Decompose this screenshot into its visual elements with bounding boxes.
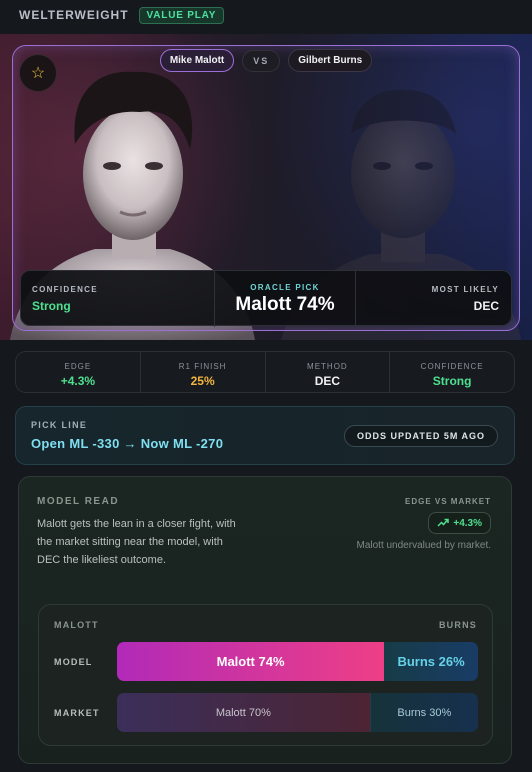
stat-value: DEC <box>314 374 341 388</box>
model-vs-market-bars: MALOTT BURNS MODEL Malott 74% Burns 26% … <box>38 604 493 746</box>
right-fighter-name: BURNS <box>438 620 477 630</box>
matchup-names: Mike Malott VS Gilbert Burns <box>0 49 532 72</box>
oracle-pick-panel: CONFIDENCE Strong ORACLE PICK Malott 74%… <box>20 270 512 327</box>
stat-r1-finish: R1 FINISH 25% <box>141 352 266 392</box>
stat-label: METHOD <box>307 362 348 371</box>
fighter-hero: ☆ Mike Malott VS Gilbert Burns CONFIDENC… <box>0 34 532 340</box>
most-likely-block: MOST LIKELY DEC <box>432 271 499 327</box>
model-bar: Malott 74% Burns 26% <box>117 642 478 681</box>
oracle-pick-block: ORACLE PICK Malott 74% <box>214 271 356 327</box>
model-read-text: Malott gets the lean in a closer fight, … <box>37 518 236 566</box>
stats-strip: EDGE +4.3% R1 FINISH 25% METHOD DEC CONF… <box>15 351 515 393</box>
confidence-label: CONFIDENCE <box>32 285 98 294</box>
oracle-pick-value: Malott 74% <box>235 294 335 315</box>
stat-label: R1 FINISH <box>178 362 227 371</box>
left-fighter-name: MALOTT <box>54 620 99 630</box>
weight-class: WELTERWEIGHT <box>19 8 129 22</box>
market-bar-burns: Burns 30% <box>369 693 478 732</box>
fighter-a-chip[interactable]: Mike Malott <box>159 49 235 72</box>
model-bar-malott: Malott 74% <box>117 642 385 681</box>
pick-line-card: PICK LINE Open ML -330 → Now ML -270 ODD… <box>15 406 515 465</box>
model-read-card: MODEL READ Malott gets the lean in a clo… <box>18 476 512 764</box>
oracle-pick-label: ORACLE PICK <box>250 283 320 292</box>
stat-label: CONFIDENCE <box>420 362 484 371</box>
fighter-b-chip[interactable]: Gilbert Burns <box>288 49 373 72</box>
stat-method: METHOD DEC <box>266 352 391 392</box>
model-bar-burns: Burns 26% <box>384 642 478 681</box>
stat-value: 25% <box>190 374 215 388</box>
edge-vs-market-label: EDGE VS MARKET <box>404 497 491 506</box>
card-header: WELTERWEIGHT VALUE PLAY <box>0 0 532 30</box>
trend-up-icon <box>437 518 450 527</box>
vs-label: VS <box>242 49 281 72</box>
stat-confidence: CONFIDENCE Strong <box>390 352 514 392</box>
edge-vs-market-value: +4.3% <box>453 517 482 529</box>
model-read-label: MODEL READ <box>37 496 120 507</box>
pick-line-odds: Open ML -330 → Now ML -270 <box>31 436 224 451</box>
market-bar-malott: Malott 70% <box>117 693 370 732</box>
most-likely-value: DEC <box>473 299 499 313</box>
pick-line-label: PICK LINE <box>31 420 88 430</box>
value-play-badge: VALUE PLAY <box>138 6 225 24</box>
edge-vs-market-note: Malott undervalued by market. <box>356 540 491 551</box>
stat-label: EDGE <box>64 362 92 371</box>
edge-vs-market-badge: +4.3% <box>428 512 491 534</box>
market-row-label: MARKET <box>54 708 100 718</box>
model-row-label: MODEL <box>54 657 93 667</box>
stat-value: +4.3% <box>60 374 96 388</box>
stat-edge: EDGE +4.3% <box>16 352 141 392</box>
most-likely-label: MOST LIKELY <box>431 285 499 294</box>
stat-value: Strong <box>432 374 472 388</box>
confidence-block: CONFIDENCE Strong <box>32 285 98 340</box>
confidence-value: Strong <box>32 299 71 313</box>
market-bar: Malott 70% Burns 30% <box>117 693 478 732</box>
odds-updated-badge: ODDS UPDATED 5M AGO <box>343 425 498 447</box>
